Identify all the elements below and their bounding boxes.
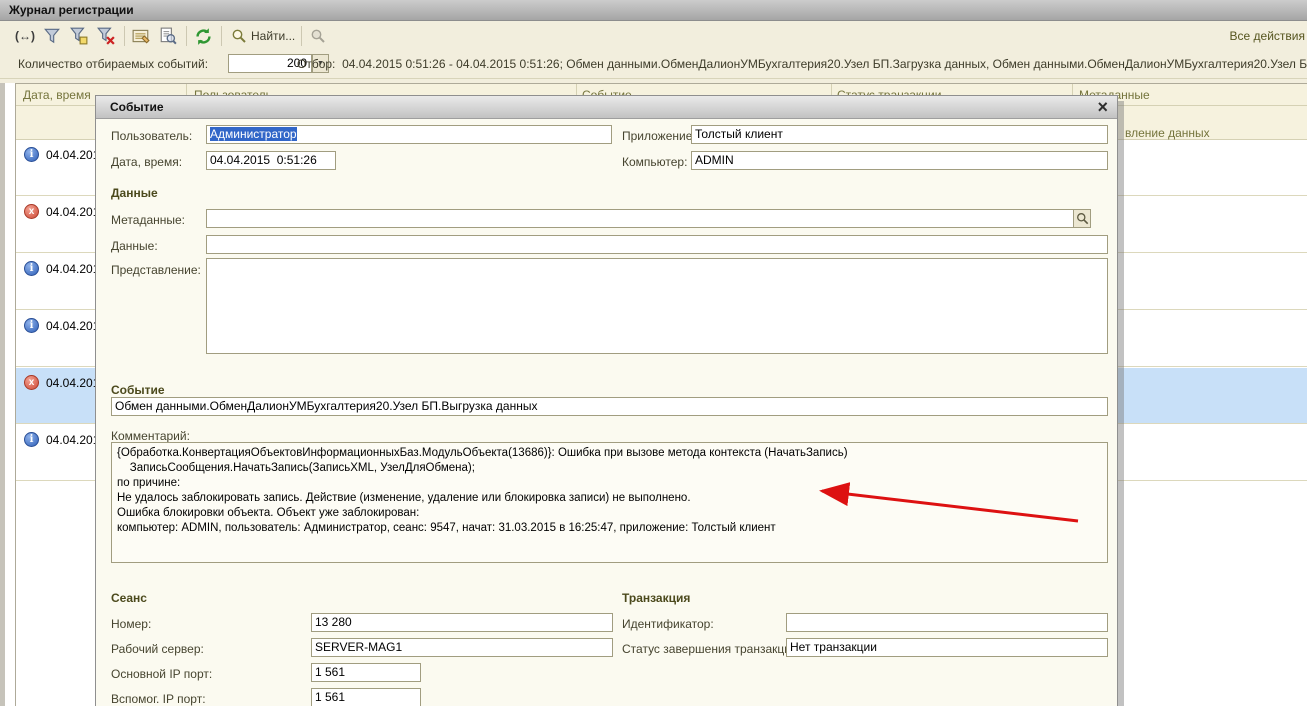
metadata-search-button[interactable]: [1073, 209, 1091, 228]
event-field[interactable]: Обмен данными.ОбменДалионУМБухгалтерия20…: [111, 397, 1108, 416]
close-icon[interactable]: ×: [1097, 96, 1108, 118]
search-disabled-icon: [310, 28, 326, 44]
computer-field[interactable]: ADMIN: [691, 151, 1108, 170]
window-titlebar: Журнал регистрации: [0, 0, 1307, 21]
view-button[interactable]: [157, 26, 179, 46]
presentation-field[interactable]: [206, 258, 1108, 354]
funnel-edit-icon: [70, 27, 88, 45]
transaction-id-label: Идентификатор:: [622, 617, 714, 631]
info-icon: i: [24, 147, 39, 162]
info-icon: i: [24, 318, 39, 333]
user-field[interactable]: Администратор: [206, 125, 612, 144]
column-header-date[interactable]: Дата, время: [23, 88, 91, 102]
event-section-header: Событие: [111, 383, 165, 397]
selection-summary: Отбор: 04.04.2015 0:51:26 - 04.04.2015 0…: [297, 57, 1307, 71]
document-magnifier-icon: [159, 27, 177, 45]
server-label: Рабочий сервер:: [111, 642, 204, 656]
filter-by-value-button[interactable]: [68, 26, 90, 46]
datetime-field[interactable]: 04.04.2015 0:51:26: [206, 151, 336, 170]
data-label: Данные:: [111, 239, 158, 253]
application-label: Приложение:: [622, 129, 696, 143]
session-number-label: Номер:: [111, 617, 151, 631]
refresh-button[interactable]: [192, 26, 214, 46]
main-port-label: Основной IP порт:: [111, 667, 212, 681]
datetime-label: Дата, время:: [111, 155, 182, 169]
info-icon: i: [24, 261, 39, 276]
search-icon: [231, 28, 247, 44]
transaction-status-label: Статус завершения транзакции:: [622, 642, 801, 656]
transaction-section-header: Транзакция: [622, 591, 690, 605]
selection-text: 04.04.2015 0:51:26 - 04.04.2015 0:51:26;…: [342, 57, 1307, 71]
comment-label: Комментарий:: [111, 429, 190, 443]
transaction-id-field[interactable]: [786, 613, 1108, 632]
count-label: Количество отбираемых событий:: [18, 57, 208, 71]
interval-icon: (↔): [15, 29, 35, 43]
find-button-label: Найти...: [251, 29, 295, 43]
toolbar-separator: [301, 26, 302, 46]
interval-button[interactable]: (↔): [14, 26, 36, 46]
dialog-title: Событие: [110, 100, 164, 114]
find-button[interactable]: Найти...: [231, 28, 295, 44]
card-icon: [132, 27, 150, 45]
magnifier-icon: [1076, 212, 1089, 225]
selection-label: Отбор:: [297, 57, 335, 71]
user-label: Пользователь:: [111, 129, 192, 143]
aux-port-label: Вспомог. IP порт:: [111, 692, 206, 706]
metadata-field[interactable]: [206, 209, 1074, 228]
all-actions-button[interactable]: Все действия: [1230, 29, 1305, 43]
refresh-icon: [194, 27, 213, 46]
comment-field[interactable]: {Обработка.КонвертацияОбъектовИнформацио…: [111, 442, 1108, 563]
metadata-label: Метаданные:: [111, 213, 185, 227]
error-icon: x: [24, 204, 39, 219]
server-field[interactable]: SERVER-MAG1: [311, 638, 613, 657]
window-title: Журнал регистрации: [9, 3, 134, 17]
data-field[interactable]: [206, 235, 1108, 254]
data-section-header: Данные: [111, 186, 158, 200]
subheader-fragment: вление данных: [1125, 126, 1210, 140]
toolbar-separator: [186, 26, 187, 46]
user-value-selected: Администратор: [210, 127, 297, 141]
computer-label: Компьютер:: [622, 155, 687, 169]
application-field[interactable]: Толстый клиент: [691, 125, 1108, 144]
toolbar-separator: [124, 26, 125, 46]
session-section-header: Сеанс: [111, 591, 147, 605]
main-port-field[interactable]: 1 561: [311, 663, 421, 682]
funnel-icon: [43, 27, 61, 45]
toolbar-separator: [221, 26, 222, 46]
set-filter-button[interactable]: [41, 26, 63, 46]
info-icon: i: [24, 432, 39, 447]
grid-left-margin: [5, 83, 15, 706]
error-icon: x: [24, 375, 39, 390]
filter-row: Количество отбираемых событий: 200 ▼ Отб…: [0, 51, 1307, 79]
aux-port-field[interactable]: 1 561: [311, 688, 421, 706]
transaction-status-field[interactable]: Нет транзакции: [786, 638, 1108, 657]
app-window: Журнал регистрации (↔) Найти...: [0, 0, 1307, 706]
presentation-label: Представление:: [111, 263, 201, 277]
funnel-clear-icon: [97, 27, 115, 45]
event-dialog: Событие × Пользователь: Администратор Пр…: [95, 95, 1118, 706]
toolbar: (↔) Найти... Все действия: [0, 22, 1307, 50]
clear-filter-button[interactable]: [95, 26, 117, 46]
session-number-field[interactable]: 13 280: [311, 613, 613, 632]
event-settings-button[interactable]: [130, 26, 152, 46]
dialog-titlebar: Событие ×: [96, 96, 1117, 119]
cancel-search-button[interactable]: [307, 26, 329, 46]
